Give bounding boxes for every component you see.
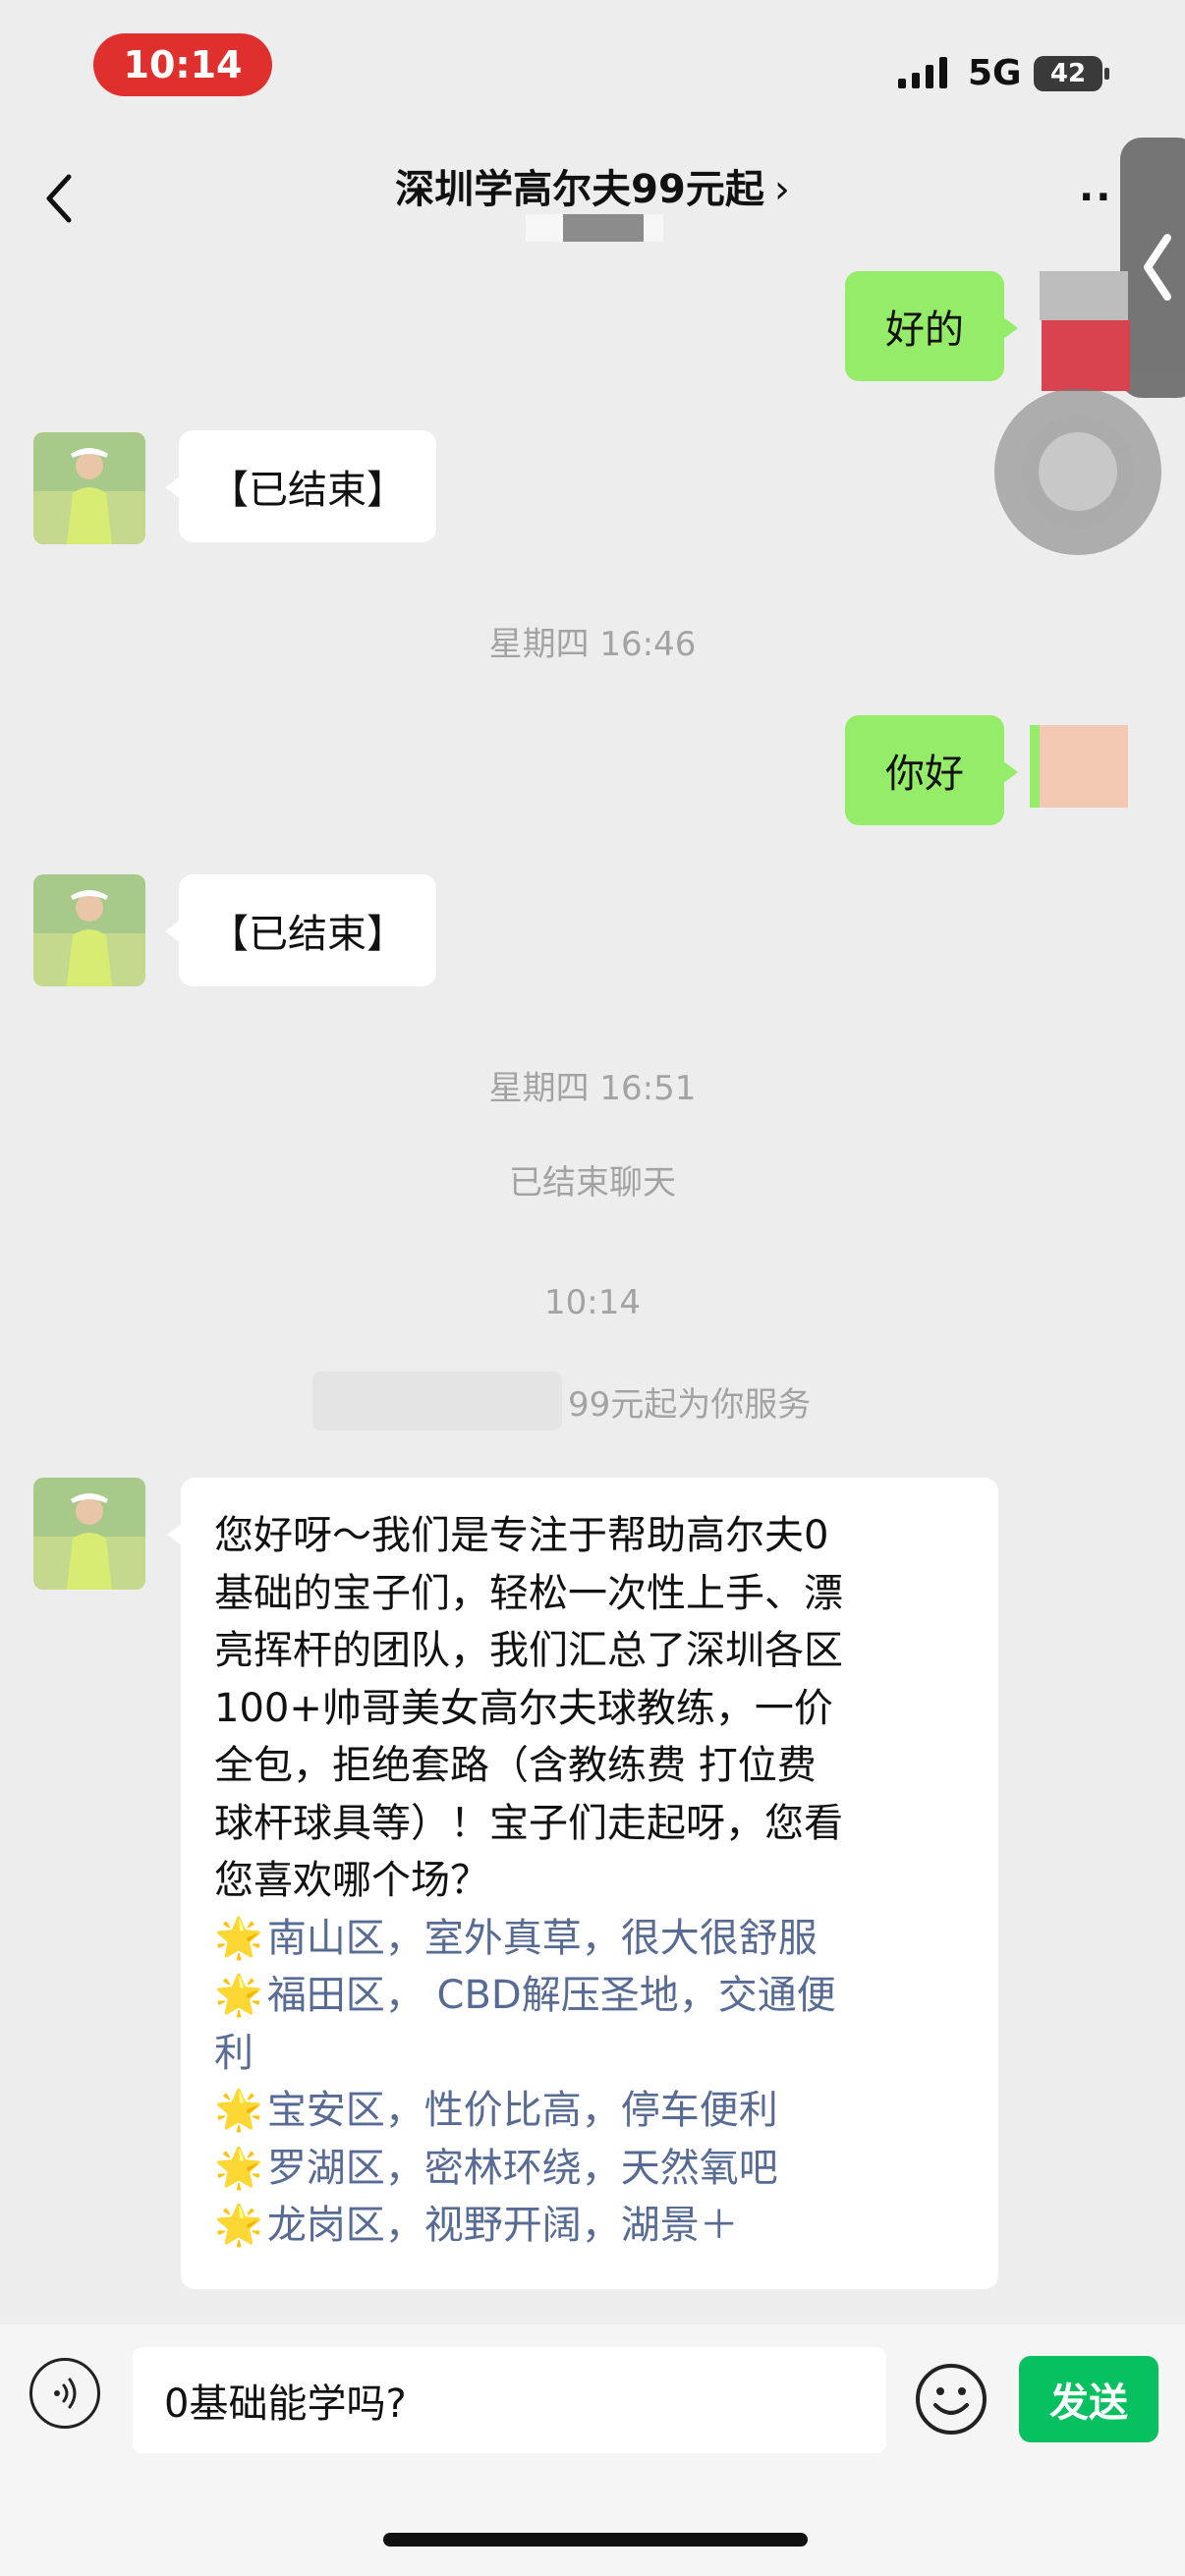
home-indicator[interactable] (383, 2533, 808, 2547)
district-option[interactable]: 🌟 南山区，室外真草，很大很舒服 (214, 1910, 965, 1968)
contact-message-bubble[interactable]: 【已结束】 (165, 874, 436, 986)
my-avatar[interactable] (1042, 320, 1130, 391)
option-text: 利 (214, 2030, 254, 2076)
star-icon: 🌟 (214, 2088, 263, 2133)
system-notice-redacted (312, 1372, 562, 1430)
battery-level: 42 (1049, 59, 1087, 88)
chat-title[interactable]: 深圳学高尔夫99元起 › (0, 157, 1185, 214)
battery-icon: 42 (1034, 56, 1109, 91)
message-line: 全包，拒绝套路（含教练费 打位费 (214, 1743, 817, 1788)
title-chevron-icon: › (773, 167, 790, 212)
district-option[interactable]: 🌟 福田区， CBD解压圣地，交通便 (214, 1967, 965, 2025)
message-text: 【已结束】 (209, 468, 406, 513)
message-line: 球杆球具等）！宝子们走起呀，您看 (214, 1800, 843, 1846)
message-text: 好的 (885, 308, 964, 353)
option-text: 龙岗区，视野开阔，湖景＋ (266, 2203, 739, 2248)
star-icon: 🌟 (214, 1973, 263, 2018)
message-line: 亮挥杆的团队，我们汇总了深圳各区 (214, 1628, 843, 1673)
side-tab-chevron-icon (1144, 234, 1171, 301)
district-option-continued[interactable]: 利 (214, 2025, 965, 2083)
contact-message-bubble[interactable]: 【已结束】 (165, 430, 436, 542)
send-button[interactable]: 发送 (1019, 2356, 1158, 2442)
chat-title-text: 深圳学高尔夫99元起 (395, 167, 764, 212)
my-message-bubble[interactable]: 好的 (845, 271, 1018, 381)
system-notice: 已结束聊天 (509, 1163, 676, 1203)
message-line: 您喜欢哪个场？ (214, 1858, 489, 1903)
option-text: 南山区，室外真草，很大很舒服 (266, 1915, 818, 1961)
district-option[interactable]: 🌟 宝安区，性价比高，停车便利 (214, 2082, 965, 2140)
my-avatar-top (1040, 271, 1128, 320)
status-time: 10:14 (93, 33, 272, 96)
timestamp: 星期四 16:46 (488, 625, 697, 664)
contact-avatar[interactable] (33, 1478, 145, 1590)
voice-button[interactable] (29, 2358, 100, 2429)
district-option[interactable]: 🌟 罗湖区，密林环绕，天然氧吧 (214, 2140, 965, 2198)
star-icon: 🌟 (214, 1915, 263, 1961)
message-line: 100+帅哥美女高尔夫球教练，一价 (214, 1685, 833, 1731)
emoji-icon[interactable] (914, 2362, 988, 2436)
contact-avatar[interactable] (33, 432, 145, 544)
my-avatar[interactable] (1030, 725, 1128, 808)
option-text: 罗湖区，密林环绕，天然氧吧 (266, 2145, 778, 2191)
network-label: 5G (968, 53, 1022, 93)
star-icon: 🌟 (214, 2145, 263, 2191)
option-text: 福田区， CBD解压圣地，交通便 (266, 1973, 836, 2018)
timestamp: 10:14 (544, 1283, 641, 1322)
message-line: 基础的宝子们，轻松一次性上手、漂 (214, 1570, 843, 1616)
message-text: 你好 (885, 752, 964, 797)
more-button[interactable]: ·· (1079, 175, 1112, 220)
voice-icon (54, 2378, 77, 2409)
district-option[interactable]: 🌟 龙岗区，视野开阔，湖景＋ (214, 2197, 965, 2255)
contact-avatar[interactable] (33, 874, 145, 986)
subtitle-redacted-bar (563, 214, 644, 242)
message-line: 您好呀～我们是专注于帮助高尔夫0 (214, 1513, 829, 1558)
system-notice: 99元起为你服务 (568, 1385, 812, 1425)
signal-icon (898, 57, 947, 88)
message-input[interactable]: 0基础能学吗? (133, 2347, 886, 2453)
timestamp: 星期四 16:51 (488, 1069, 697, 1108)
my-message-bubble[interactable]: 你好 (845, 715, 1018, 825)
floating-button[interactable] (994, 388, 1161, 555)
message-text: 【已结束】 (209, 912, 406, 957)
option-text: 宝安区，性价比高，停车便利 (266, 2088, 778, 2133)
star-icon: 🌟 (214, 2203, 263, 2248)
contact-message-bubble[interactable]: 您好呀～我们是专注于帮助高尔夫0 基础的宝子们，轻松一次性上手、漂 亮挥杆的团队… (167, 1478, 998, 2289)
